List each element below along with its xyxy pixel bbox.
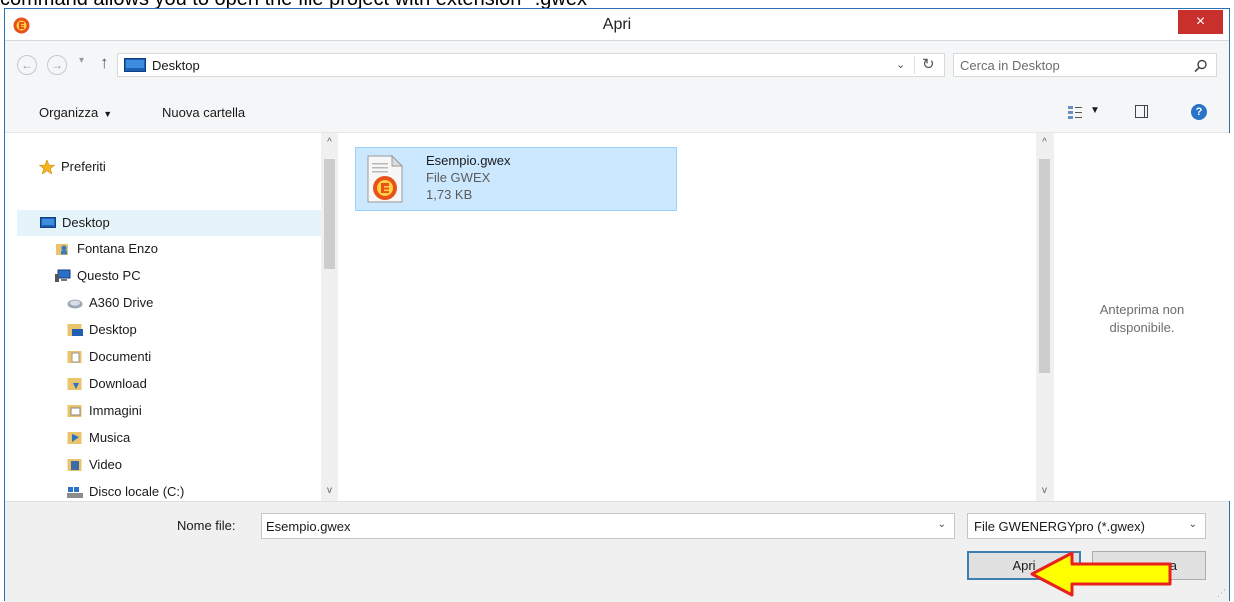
desktop-icon xyxy=(124,58,146,72)
gwex-file-icon xyxy=(367,154,404,203)
nav-item-label: Questo PC xyxy=(77,268,141,283)
address-bar[interactable]: Desktop ⌄ ↻ xyxy=(117,53,945,77)
file-type: File GWEX xyxy=(426,170,491,185)
scroll-up-icon[interactable]: ^ xyxy=(321,137,338,148)
address-bar-row: ← → ▾ ↑ Desktop ⌄ ↻ Cerca in Desktop xyxy=(5,41,1229,91)
window-title: Apri xyxy=(602,16,632,33)
music-folder-icon xyxy=(67,432,82,444)
nav-item-download[interactable]: Download xyxy=(67,372,307,396)
nav-item-label: Preferiti xyxy=(61,159,106,174)
preview-pane-icon[interactable] xyxy=(1135,105,1148,118)
nav-item-label: Desktop xyxy=(89,322,137,337)
search-placeholder: Cerca in Desktop xyxy=(960,58,1060,73)
scrollbar-thumb[interactable] xyxy=(1039,159,1050,373)
resize-grip-icon[interactable]: ⋰ xyxy=(1217,588,1226,599)
nav-item-desktop-folder[interactable]: Desktop xyxy=(67,318,307,342)
preview-line-2: disponibile. xyxy=(1109,320,1175,335)
view-options-icon[interactable] xyxy=(1067,104,1083,120)
star-icon xyxy=(39,160,55,174)
command-bar: Organizza ▼ Nuova cartella ▼ ? xyxy=(5,91,1229,133)
open-file-dialog: Apri × ← → ▾ ↑ Desktop ⌄ ↻ Cerca in Desk… xyxy=(4,8,1230,602)
video-folder-icon xyxy=(67,459,82,471)
nav-item-fontana-enzo[interactable]: Fontana Enzo xyxy=(55,237,305,261)
organize-label: Organizza xyxy=(39,105,99,120)
file-list: Esempio.gwex File GWEX 1,73 KB ^ v xyxy=(341,133,1053,501)
nav-item-label: Disco locale (C:) xyxy=(89,484,185,499)
file-type-filter-select[interactable]: File GWENERGYpro (*.gwex) ⌄ xyxy=(967,513,1206,539)
address-divider xyxy=(914,56,915,74)
filename-input[interactable]: Esempio.gwex ⌄ xyxy=(261,513,955,539)
scroll-down-icon[interactable]: v xyxy=(321,485,338,496)
pictures-folder-icon xyxy=(67,405,82,417)
preview-pane: Anteprima non disponibile. xyxy=(1053,133,1230,501)
new-folder-button[interactable]: Nuova cartella xyxy=(162,105,245,120)
documents-folder-icon xyxy=(67,351,82,363)
nav-item-label: Musica xyxy=(89,430,131,445)
nav-item-label: Video xyxy=(89,457,123,472)
up-button[interactable]: ↑ xyxy=(100,53,109,73)
nav-item-label: A360 Drive xyxy=(89,295,154,310)
scrollbar-thumb[interactable] xyxy=(324,159,335,269)
filename-label: Nome file: xyxy=(177,518,236,533)
nav-item-label: Immagini xyxy=(89,403,142,418)
computer-icon xyxy=(55,269,71,282)
file-item[interactable]: Esempio.gwex File GWEX 1,73 KB xyxy=(355,147,677,211)
help-icon[interactable]: ? xyxy=(1191,104,1207,120)
close-button[interactable]: × xyxy=(1178,10,1223,34)
refresh-icon[interactable]: ↻ xyxy=(922,55,935,73)
nav-item-desktop[interactable]: Desktop xyxy=(17,210,321,236)
nav-item-label: Download xyxy=(89,376,147,391)
navigation-scrollbar[interactable]: ^ v xyxy=(321,133,338,501)
filename-value[interactable]: Esempio.gwex xyxy=(266,519,351,534)
file-name: Esempio.gwex xyxy=(426,153,511,168)
user-folder-icon xyxy=(56,244,68,255)
chevron-down-icon[interactable]: ⌄ xyxy=(1189,519,1197,530)
search-input[interactable]: Cerca in Desktop xyxy=(953,53,1217,77)
nav-item-documenti[interactable]: Documenti xyxy=(67,345,307,369)
caption-text: command allows you to open the file proj… xyxy=(0,0,587,8)
preview-message: Anteprima non disponibile. xyxy=(1054,301,1230,337)
desktop-icon xyxy=(40,217,56,228)
nav-item-a360-drive[interactable]: A360 Drive xyxy=(67,291,307,315)
file-list-scrollbar[interactable]: ^ v xyxy=(1036,133,1053,501)
nav-item-questo-pc[interactable]: Questo PC xyxy=(55,264,305,288)
organize-button[interactable]: Organizza ▼ xyxy=(39,105,112,120)
file-size: 1,73 KB xyxy=(426,187,473,202)
navigation-pane: Preferiti Desktop Fontana Enzo Questo PC… xyxy=(5,133,341,501)
forward-button[interactable]: → xyxy=(47,55,67,75)
yellow-arrow-pointer xyxy=(1030,551,1172,597)
nav-item-label: Fontana Enzo xyxy=(77,241,158,256)
cloud-drive-icon xyxy=(67,299,83,309)
search-icon[interactable] xyxy=(1194,59,1208,73)
page-caption: command allows you to open the file proj… xyxy=(0,0,1234,8)
chevron-down-icon[interactable]: ⌄ xyxy=(938,519,946,530)
title-bar: Apri × xyxy=(5,9,1229,41)
nav-item-preferiti[interactable]: Preferiti xyxy=(39,155,299,179)
nav-item-video[interactable]: Video xyxy=(67,453,307,477)
address-dropdown-icon[interactable]: ⌄ xyxy=(896,58,905,71)
nav-item-immagini[interactable]: Immagini xyxy=(67,399,307,423)
nav-item-musica[interactable]: Musica xyxy=(67,426,307,450)
download-folder-icon xyxy=(67,378,82,390)
nav-item-label: Desktop xyxy=(62,215,110,230)
preview-line-1: Anteprima non xyxy=(1099,302,1185,317)
recent-locations-dropdown[interactable]: ▾ xyxy=(79,55,84,66)
scroll-up-icon[interactable]: ^ xyxy=(1036,137,1053,148)
nav-item-label: Documenti xyxy=(89,349,152,364)
address-path[interactable]: Desktop xyxy=(152,58,200,73)
chevron-down-icon: ▼ xyxy=(103,109,113,119)
drive-icon xyxy=(67,487,83,498)
file-type-filter-value: File GWENERGYpro (*.gwex) xyxy=(974,519,1145,534)
nav-item-disco-locale[interactable]: Disco locale (C:) xyxy=(67,480,307,501)
back-button[interactable]: ← xyxy=(17,55,37,75)
desktop-folder-icon xyxy=(67,324,83,336)
view-dropdown-icon[interactable]: ▼ xyxy=(1090,105,1100,116)
scroll-down-icon[interactable]: v xyxy=(1036,485,1053,496)
